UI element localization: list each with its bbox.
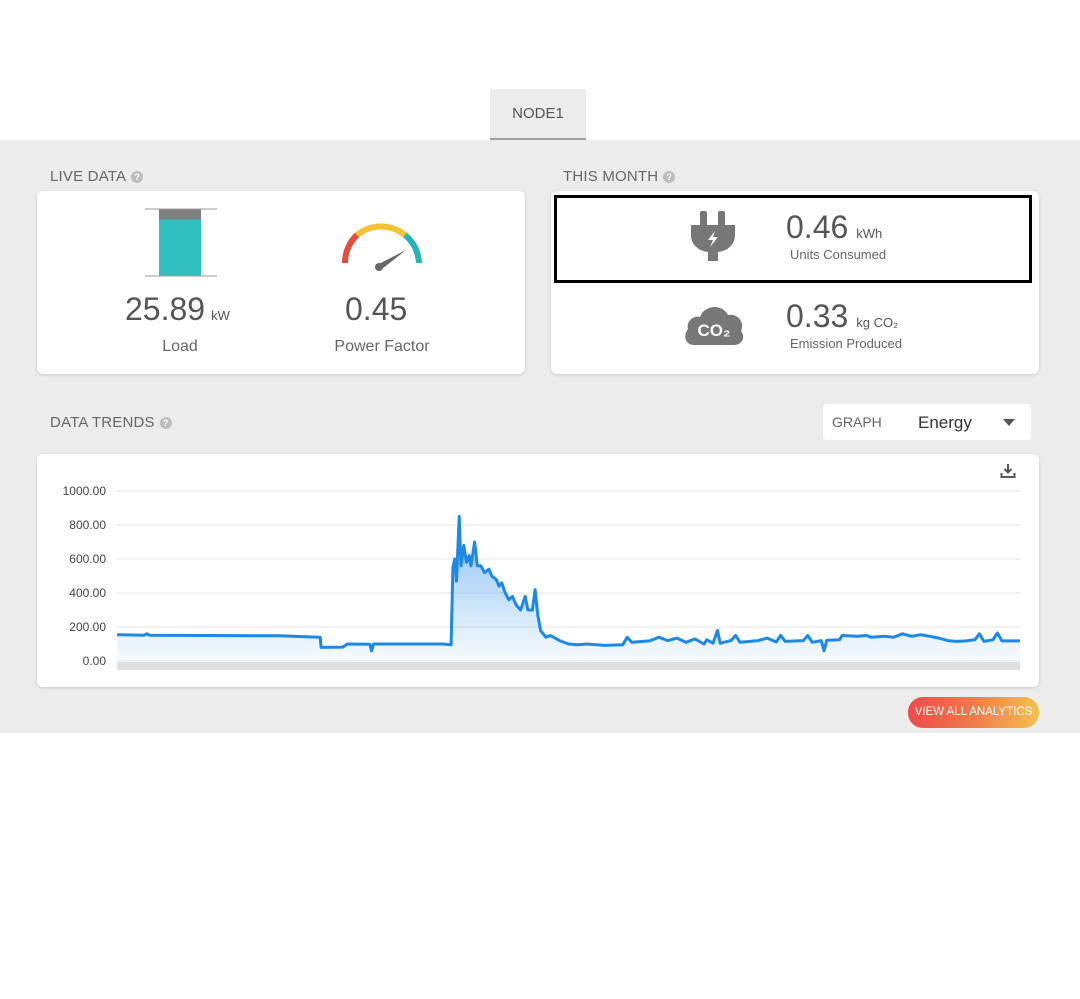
live-data-title-text: LIVE DATA [50,168,127,185]
emission-unit: kg CO₂ [856,315,899,330]
series-area [117,516,1020,661]
emission-value: 0.33 kg CO₂ [786,298,898,335]
y-tick-label: 400.00 [69,586,106,600]
this-month-title-text: THIS MONTH [563,168,659,185]
co2-cloud-icon: CO₂ [685,306,744,345]
load-value-number: 25.89 [125,291,206,327]
plug-icon [691,211,735,261]
units-consumed-value: 0.46 kWh [786,209,882,246]
data-trends-title-text: DATA TRENDS [50,414,155,431]
co2-icon-text: CO₂ [697,321,730,340]
load-bar-fill [159,219,201,276]
this-month-card: 0.46 kWh Units Consumed CO₂ 0.33 kg CO₂ Em… [551,191,1039,374]
live-data-title: LIVE DATA ? [50,168,144,185]
tab-node1[interactable]: NODE1 [490,89,586,141]
chevron-down-icon [1003,419,1015,426]
graph-select[interactable]: GRAPH Energy [823,404,1031,440]
emission-value-number: 0.33 [786,298,849,334]
trend-chart: 1000.00 800.00 600.00 400.00 200.00 0.00 [63,484,1020,670]
help-icon[interactable]: ? [159,416,172,429]
gauge-needle [375,250,406,271]
y-tick-label: 200.00 [69,620,106,634]
power-factor-value: 0.45 [345,291,408,327]
units-consumed-label: Units Consumed [790,247,887,262]
load-label: Load [162,338,198,355]
this-month-title: THIS MONTH ? [563,168,676,185]
view-all-analytics-button[interactable]: VIEW ALL ANALYTICS [908,697,1039,728]
units-value-number: 0.46 [786,209,849,245]
series-line [116,515,1020,653]
help-icon[interactable]: ? [131,170,144,183]
live-data-card: 25.89 kW Load 0.45 Power Factor [37,191,525,374]
y-tick-label: 600.00 [69,552,106,566]
y-tick-label: 0.00 [83,654,107,668]
power-factor-label: Power Factor [334,338,430,355]
data-trends-title: DATA TRENDS ? [50,414,172,431]
units-unit: kWh [856,226,883,241]
load-bar-gauge [145,208,217,277]
power-factor-gauge [341,223,422,271]
graph-select-label: GRAPH [832,414,882,430]
help-icon[interactable]: ? [663,170,676,183]
load-unit: kW [211,308,230,323]
y-tick-label: 800.00 [69,518,106,532]
graph-select-value: Energy [918,413,972,432]
chart-navigator-bar[interactable] [117,662,1020,670]
trend-chart-card: 1000.00 800.00 600.00 400.00 200.00 0.00 [37,454,1039,687]
y-tick-label: 1000.00 [63,484,107,498]
emission-label: Emission Produced [790,336,902,351]
load-value: 25.89 kW [125,291,230,328]
